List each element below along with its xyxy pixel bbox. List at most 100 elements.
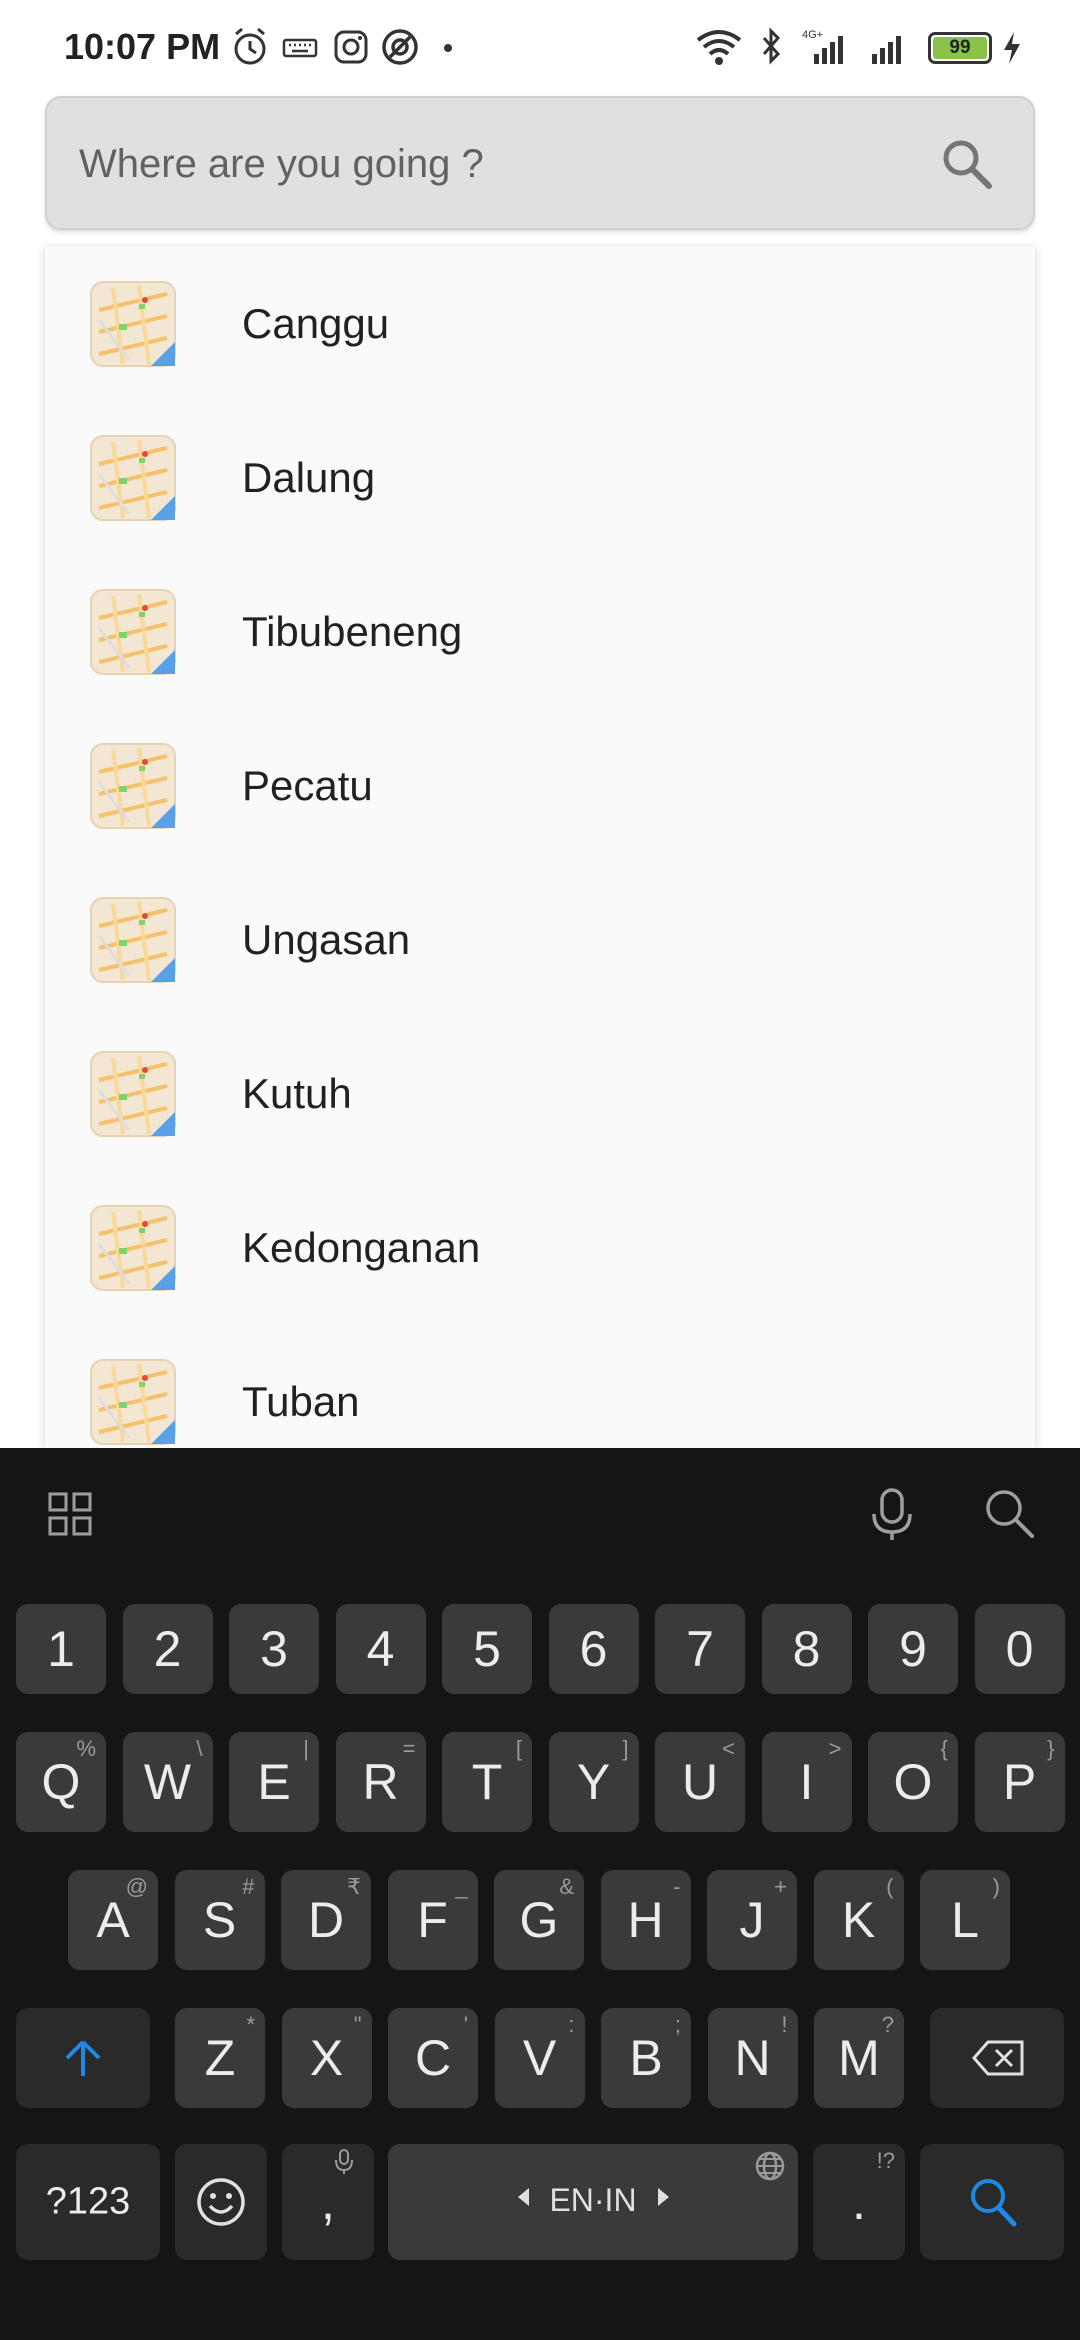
search-bar[interactable] xyxy=(45,96,1035,230)
key-f[interactable]: F _ xyxy=(387,1870,478,1970)
map-icon xyxy=(90,435,176,521)
key-6-label: 6 xyxy=(579,1621,608,1677)
key-1[interactable]: 1 xyxy=(16,1604,106,1694)
key-p[interactable]: P} xyxy=(974,1732,1065,1832)
key-y-alt-label: ] xyxy=(622,1736,629,1761)
key-w[interactable]: W \ xyxy=(122,1732,213,1832)
suggestions-list: Canggu Dalung Tibubeneng Pecatu Ungasan … xyxy=(45,246,1035,1448)
key-8[interactable]: 8 xyxy=(761,1604,852,1694)
microphone-icon[interactable] xyxy=(866,1486,918,1542)
key-p-alt-label: } xyxy=(1047,1736,1055,1761)
battery-icon: 99 xyxy=(928,32,992,64)
key-6[interactable]: 6 xyxy=(548,1604,639,1694)
key-h-alt-label: - xyxy=(673,1874,681,1899)
network-type: 4G+ xyxy=(802,29,823,41)
key-l[interactable]: L) xyxy=(920,1870,1010,1970)
key-4[interactable]: 4 xyxy=(335,1604,426,1694)
key-i[interactable]: I > xyxy=(761,1732,852,1832)
backspace-key[interactable] xyxy=(930,2008,1064,2108)
suggestion-item[interactable]: Tibubeneng xyxy=(45,554,1035,708)
key-2[interactable]: 2 xyxy=(122,1604,213,1694)
key-4-label: 4 xyxy=(366,1621,395,1677)
space-label: EN·IN xyxy=(549,2182,637,2218)
key-9[interactable]: 9 xyxy=(868,1604,958,1694)
key-n[interactable]: N! xyxy=(707,2008,798,2108)
key-r[interactable]: R = xyxy=(335,1732,426,1832)
wifi-icon xyxy=(696,30,742,65)
status-bar: 10:07 PM 4G+ 99 xyxy=(0,0,1080,96)
enter-search-icon xyxy=(971,2179,1017,2227)
bluetooth-icon xyxy=(762,27,781,65)
key-d[interactable]: D ₹ xyxy=(281,1870,371,1970)
key-j[interactable]: J + xyxy=(707,1870,797,1970)
shift-key[interactable] xyxy=(16,2008,150,2108)
key-0[interactable]: 0 xyxy=(974,1604,1065,1694)
suggestion-item[interactable]: Kutuh xyxy=(45,1016,1035,1170)
period-key[interactable]: .!? xyxy=(813,2144,905,2260)
key-c[interactable]: C ' xyxy=(388,2008,478,2108)
key-7-label: 7 xyxy=(686,1621,714,1677)
key-i-alt-label: > xyxy=(828,1736,842,1761)
key-u[interactable]: U < xyxy=(655,1732,745,1832)
key-e[interactable]: E | xyxy=(229,1732,319,1832)
apps-grid-icon[interactable] xyxy=(46,1490,94,1538)
key-j-alt-label: + xyxy=(774,1874,787,1899)
suggestion-item[interactable]: Kedonganan xyxy=(45,1170,1035,1324)
key-s-alt-label: # xyxy=(242,1874,255,1899)
key-a-alt-label: @ xyxy=(125,1874,148,1899)
signal-strength-icon: 4G+ xyxy=(802,29,843,64)
key-3[interactable]: 3 xyxy=(229,1604,319,1694)
search-icon[interactable] xyxy=(937,134,997,194)
suggestion-label: Dalung xyxy=(242,454,376,501)
suggestion-item[interactable]: Tuban xyxy=(45,1324,1035,1448)
keyboard-notification-icon xyxy=(282,38,318,58)
symbols-key[interactable]: ?123 xyxy=(16,2144,160,2260)
key-x[interactable]: X " xyxy=(281,2008,372,2108)
key-r-alt-label: = xyxy=(402,1736,416,1761)
key-a[interactable]: A @ xyxy=(68,1870,158,1970)
period-key-label: . xyxy=(852,2174,866,2230)
key-k[interactable]: K( xyxy=(813,1870,904,1970)
emoji-key[interactable] xyxy=(175,2144,267,2260)
suggestion-item[interactable]: Dalung xyxy=(45,400,1035,554)
suggestion-item[interactable]: Ungasan xyxy=(45,862,1035,1016)
keyboard-search-icon[interactable] xyxy=(982,1486,1036,1542)
alarm-icon xyxy=(234,27,266,65)
map-icon xyxy=(90,589,176,675)
app-notification-icon xyxy=(382,29,418,65)
status-time: 10:07 PM xyxy=(64,26,221,67)
key-7[interactable]: 7 xyxy=(655,1604,745,1694)
key-d-alt-label: ₹ xyxy=(347,1874,361,1899)
key-h[interactable]: H- xyxy=(600,1870,691,1970)
key-s[interactable]: S # xyxy=(174,1870,265,1970)
instagram-icon xyxy=(334,30,368,64)
key-t[interactable]: T[ xyxy=(442,1732,532,1832)
key-v[interactable]: V: xyxy=(494,2008,585,2108)
key-g[interactable]: G & xyxy=(494,1870,584,1970)
key-o[interactable]: O{ xyxy=(868,1732,958,1832)
key-5[interactable]: 5 xyxy=(442,1604,532,1694)
key-y[interactable]: Y] xyxy=(548,1732,639,1832)
backspace-icon xyxy=(972,2040,1024,2076)
suggestion-item[interactable]: Pecatu xyxy=(45,708,1035,862)
emoji-icon xyxy=(197,2178,245,2226)
suggestion-label: Kutuh xyxy=(242,1070,352,1117)
space-right-arrow-icon xyxy=(658,2188,669,2206)
comma-key[interactable]: , xyxy=(282,2144,374,2260)
space-key[interactable]: EN·IN xyxy=(388,2144,798,2260)
keyboard: 1 2 3 4 5 6 7 8 9 0 Q% W \ E | R = T[Y] U < I > O{P} A @ S # D ₹ F _ G &… xyxy=(0,1448,1080,2340)
key-m[interactable]: M? xyxy=(814,2008,904,2108)
key-x-alt-label: " xyxy=(353,2012,362,2037)
suggestion-item[interactable]: Canggu xyxy=(45,246,1035,400)
map-icon xyxy=(90,1359,176,1445)
charging-icon xyxy=(1004,32,1020,64)
key-z-alt-label: * xyxy=(246,2012,255,2037)
map-icon xyxy=(90,743,176,829)
enter-search-key[interactable] xyxy=(920,2144,1064,2260)
key-q[interactable]: Q% xyxy=(16,1732,106,1832)
key-z[interactable]: Z * xyxy=(175,2008,265,2108)
key-b[interactable]: B; xyxy=(601,2008,691,2108)
suggestion-label: Canggu xyxy=(242,300,390,347)
search-input[interactable] xyxy=(77,98,941,230)
suggestion-label: Kedonganan xyxy=(242,1224,481,1271)
